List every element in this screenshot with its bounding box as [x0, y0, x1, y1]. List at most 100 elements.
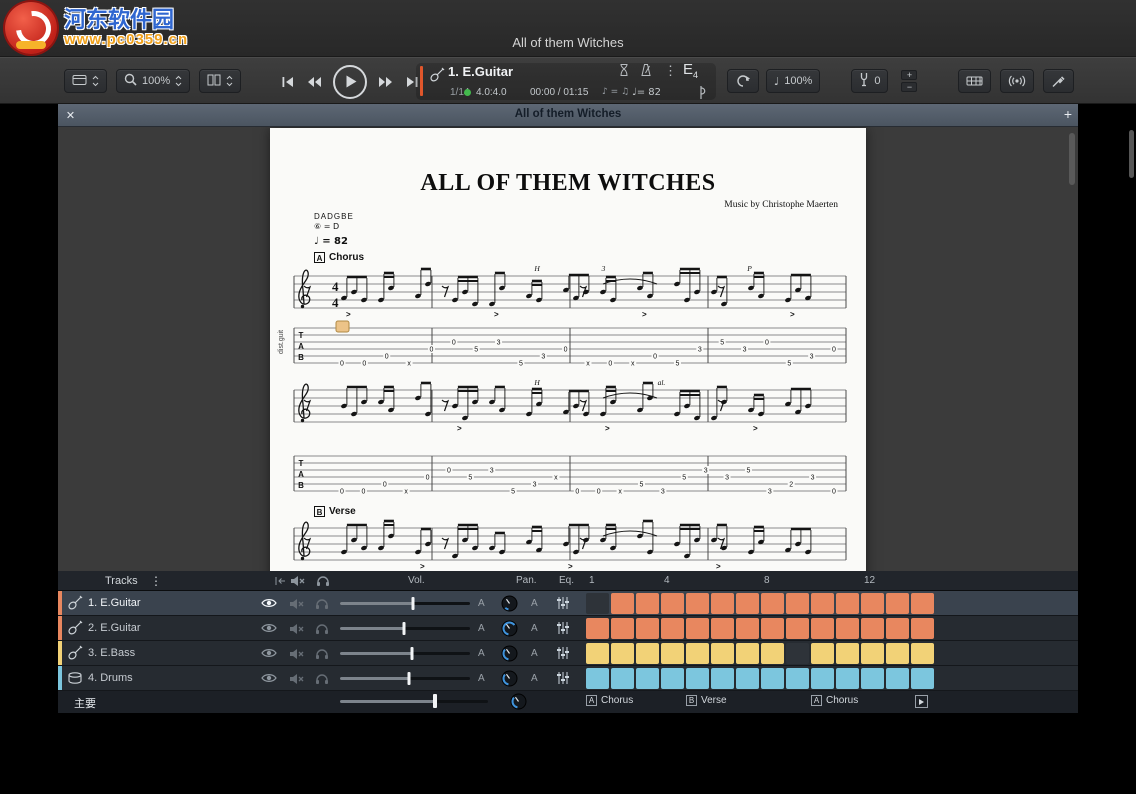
- bar-cell[interactable]: [861, 593, 884, 614]
- bar-cell[interactable]: [711, 668, 734, 689]
- window-scrollbar[interactable]: [1129, 130, 1134, 178]
- pan-knob[interactable]: [501, 595, 518, 612]
- page-layout-button[interactable]: [199, 69, 241, 93]
- tracks-label[interactable]: Tracks: [105, 575, 138, 587]
- automation-label[interactable]: A: [531, 598, 538, 609]
- loop-button[interactable]: [727, 69, 759, 93]
- mute-icon[interactable]: [289, 648, 305, 663]
- visibility-eye-icon[interactable]: [261, 672, 277, 687]
- bar-cell[interactable]: [661, 668, 684, 689]
- bar-cell[interactable]: [586, 643, 609, 664]
- section-marker[interactable]: BVerse: [686, 695, 727, 706]
- bar-cell[interactable]: [886, 643, 909, 664]
- current-track-name[interactable]: 1. E.Guitar: [448, 64, 513, 79]
- bar-cell[interactable]: [811, 643, 834, 664]
- headphones-solo-icon[interactable]: [315, 623, 329, 638]
- automation-label[interactable]: A: [478, 648, 485, 659]
- skip-to-start-button[interactable]: [281, 75, 295, 89]
- bar-cell[interactable]: [886, 618, 909, 639]
- string-tuning-display[interactable]: E4: [683, 61, 698, 80]
- track-name[interactable]: 1. E.Guitar: [88, 597, 141, 609]
- bar-cell[interactable]: [761, 618, 784, 639]
- bar-cell[interactable]: [611, 593, 634, 614]
- bar-cell[interactable]: [861, 643, 884, 664]
- bar-cell[interactable]: [661, 618, 684, 639]
- track-name[interactable]: 4. Drums: [88, 672, 133, 684]
- eq-icon[interactable]: [556, 671, 570, 688]
- bar-cell[interactable]: [636, 668, 659, 689]
- bar-cell[interactable]: [686, 593, 709, 614]
- line-in-jack-button[interactable]: [1043, 69, 1074, 93]
- section-play-marker[interactable]: [915, 695, 928, 708]
- score-system-3[interactable]: TAB>>>: [288, 516, 854, 571]
- bar-cell[interactable]: [636, 593, 659, 614]
- pan-knob[interactable]: [501, 670, 518, 687]
- tab-title[interactable]: All of them Witches: [58, 108, 1078, 120]
- tempo-display[interactable]: ♩= 82: [632, 87, 661, 98]
- automation-label[interactable]: A: [478, 623, 485, 634]
- bar-cell[interactable]: [611, 643, 634, 664]
- visibility-eye-icon[interactable]: [261, 647, 277, 662]
- automation-label[interactable]: A: [531, 673, 538, 684]
- eq-icon[interactable]: [556, 646, 570, 663]
- note-feel-display[interactable]: ♪ = ♫: [602, 87, 629, 97]
- bar-cell[interactable]: [636, 618, 659, 639]
- bar-cell[interactable]: [911, 643, 934, 664]
- bar-cell[interactable]: [636, 643, 659, 664]
- more-options-icon[interactable]: ⋮: [664, 63, 677, 79]
- fretboard-panel-button[interactable]: [958, 69, 991, 93]
- bar-cell[interactable]: [836, 593, 859, 614]
- score-scrollbar[interactable]: [1069, 133, 1075, 185]
- visibility-eye-icon[interactable]: [261, 622, 277, 637]
- bar-cell[interactable]: [861, 668, 884, 689]
- decrement-button[interactable]: −: [901, 82, 917, 92]
- add-tab-icon[interactable]: +: [1064, 106, 1072, 122]
- bar-cell[interactable]: [611, 668, 634, 689]
- bar-cell[interactable]: [811, 618, 834, 639]
- fast-forward-button[interactable]: [378, 75, 394, 89]
- automation-label[interactable]: A: [478, 598, 485, 609]
- bar-cell[interactable]: [586, 618, 609, 639]
- section-marker[interactable]: AChorus: [811, 695, 858, 706]
- rewind-button[interactable]: [306, 75, 322, 89]
- track-row[interactable]: 1. E.Guitar A A: [58, 591, 1078, 616]
- automation-label[interactable]: A: [531, 648, 538, 659]
- bar-cell[interactable]: [611, 618, 634, 639]
- track-row[interactable]: 4. Drums A A: [58, 666, 1078, 691]
- automation-label[interactable]: A: [531, 623, 538, 634]
- zoom-control[interactable]: 100%: [116, 69, 190, 93]
- headphones-solo-icon[interactable]: [315, 673, 329, 688]
- score-system-2[interactable]: TAB>>>Hal.000x005353x00x5353353230: [288, 378, 854, 512]
- pan-knob[interactable]: [501, 645, 518, 662]
- mute-icon[interactable]: [289, 623, 305, 638]
- bar-cell[interactable]: [911, 618, 934, 639]
- bar-cell[interactable]: [761, 668, 784, 689]
- score-view[interactable]: ALL OF THEM WITCHES Music by Christophe …: [58, 127, 1078, 571]
- volume-slider[interactable]: [340, 652, 470, 655]
- hourglass-icon[interactable]: [618, 63, 630, 80]
- volume-slider[interactable]: [340, 677, 470, 680]
- bar-cell[interactable]: [661, 643, 684, 664]
- score-page[interactable]: ALL OF THEM WITCHES Music by Christophe …: [270, 128, 866, 571]
- bar-cell[interactable]: [686, 668, 709, 689]
- global-solo-icon[interactable]: [316, 575, 330, 590]
- master-pan-knob[interactable]: [510, 693, 527, 710]
- play-button[interactable]: [333, 65, 367, 99]
- headphones-solo-icon[interactable]: [315, 648, 329, 663]
- increment-button[interactable]: +: [901, 70, 917, 80]
- track-name[interactable]: 3. E.Bass: [88, 647, 135, 659]
- audio-signal-button[interactable]: [1000, 69, 1034, 93]
- volume-slider[interactable]: [340, 627, 470, 630]
- bar-cell[interactable]: [736, 593, 759, 614]
- tuner-button[interactable]: 0: [851, 69, 888, 93]
- bar-cell[interactable]: [661, 593, 684, 614]
- mute-icon[interactable]: [289, 673, 305, 688]
- eq-icon[interactable]: [556, 596, 570, 613]
- playback-speed-button[interactable]: ♩100%: [766, 69, 820, 93]
- tracks-menu-icon[interactable]: ⋮: [150, 574, 162, 588]
- bar-cell[interactable]: [786, 668, 809, 689]
- bar-cell[interactable]: [786, 618, 809, 639]
- bar-cell[interactable]: [886, 668, 909, 689]
- eq-icon[interactable]: [556, 621, 570, 638]
- bar-cell[interactable]: [686, 643, 709, 664]
